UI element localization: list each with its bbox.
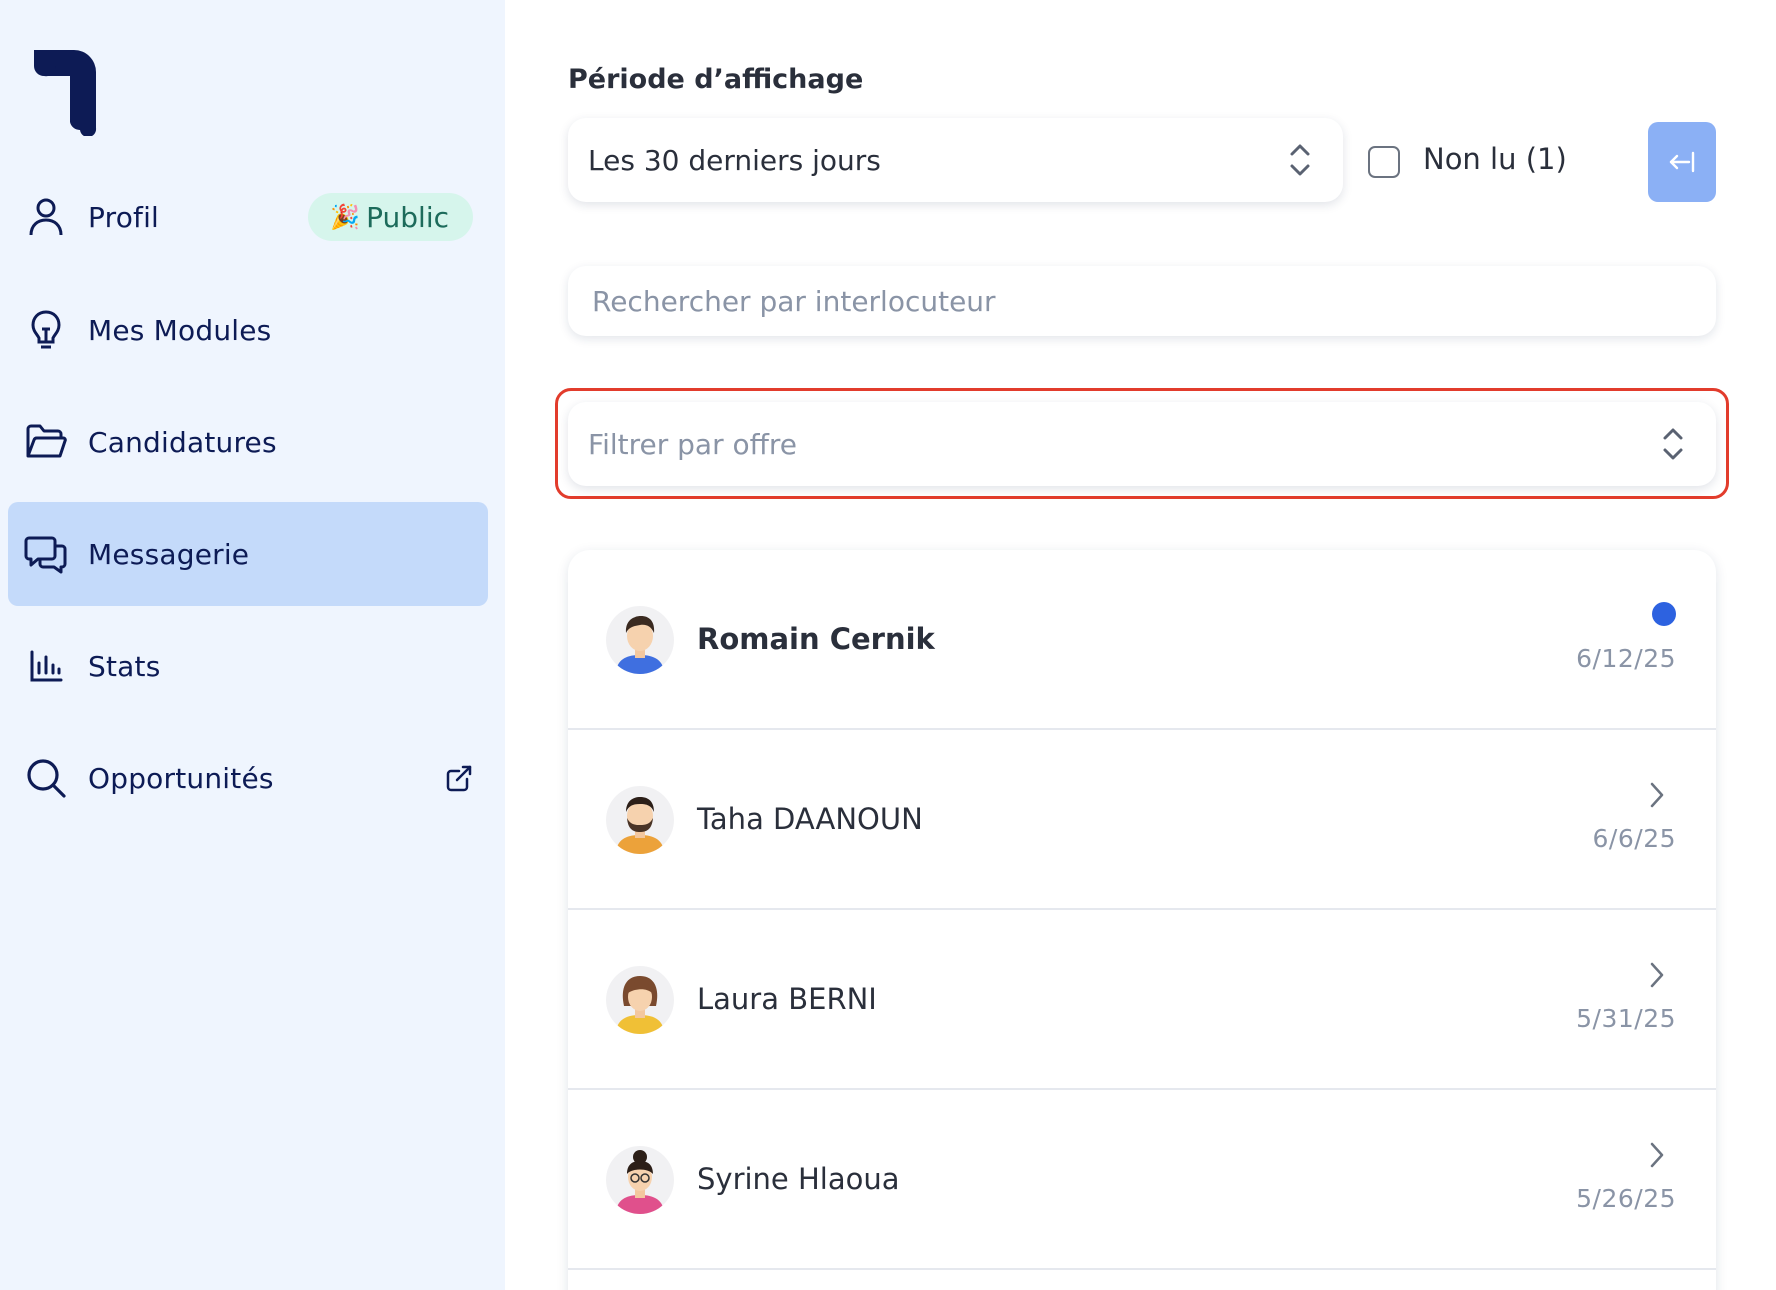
- sidebar-item-label: Mes Modules: [88, 313, 272, 347]
- sidebar-item-profil[interactable]: Profil 🎉 Public: [8, 165, 488, 269]
- external-link-icon[interactable]: [444, 763, 474, 793]
- avatar: [606, 1146, 674, 1214]
- user-icon: [24, 195, 68, 239]
- sidebar-item-label: Messagerie: [88, 537, 250, 571]
- conversation-date: 5/26/25: [1576, 1184, 1676, 1213]
- avatar: [606, 966, 674, 1034]
- conversation-name: Taha DAANOUN: [697, 802, 923, 836]
- party-popper-icon: 🎉: [330, 203, 361, 231]
- sidebar-item-stats[interactable]: Stats: [8, 614, 488, 718]
- app-logo[interactable]: [30, 46, 110, 136]
- search-icon: [24, 756, 68, 800]
- sidebar-item-label: Stats: [88, 649, 161, 683]
- conversation-name: Romain Cernik: [697, 622, 935, 656]
- unread-indicator: [1652, 602, 1676, 626]
- sidebar-item-label: Opportunités: [88, 761, 274, 795]
- conversation-name: Laura BERNI: [697, 982, 877, 1016]
- conversation-row[interactable]: Syrine Hlaoua 5/26/25: [568, 1090, 1716, 1270]
- sidebar-item-label: Candidatures: [88, 425, 277, 459]
- sidebar: Profil 🎉 Public Mes Modules Candidatures…: [0, 0, 505, 1290]
- sidebar-item-label: Profil: [88, 200, 160, 234]
- folder-icon: [24, 420, 68, 464]
- conversation-date: 6/6/25: [1592, 824, 1676, 853]
- conversation-date: 5/31/25: [1576, 1004, 1676, 1033]
- offer-filter-select[interactable]: Filtrer par offre: [568, 402, 1716, 486]
- sidebar-item-candidatures[interactable]: Candidatures: [8, 390, 488, 494]
- main-panel: Période d’affichage Les 30 derniers jour…: [505, 0, 1776, 1290]
- sidebar-item-mes-modules[interactable]: Mes Modules: [8, 278, 488, 382]
- conversation-name: Syrine Hlaoua: [697, 1162, 900, 1196]
- avatar: [606, 606, 674, 674]
- conversation-date: 6/12/25: [1576, 644, 1676, 673]
- conversation-row[interactable]: Laura BERNI 5/31/25: [568, 910, 1716, 1090]
- unread-label[interactable]: Non lu (1): [1423, 142, 1567, 176]
- offer-filter-placeholder: Filtrer par offre: [588, 427, 798, 461]
- sidebar-item-opportunites[interactable]: Opportunités: [8, 726, 488, 830]
- search-interlocutor-input[interactable]: [568, 266, 1716, 336]
- period-select[interactable]: Les 30 derniers jours: [568, 118, 1343, 202]
- chevron-up-down-icon: [1290, 144, 1310, 176]
- conversation-row[interactable]: Taha DAANOUN 6/6/25: [568, 730, 1716, 910]
- period-label: Période d’affichage: [568, 64, 864, 95]
- conversation-row[interactable]: Romain Cernik 6/12/25: [568, 550, 1716, 730]
- collapse-panel-button[interactable]: [1648, 122, 1716, 202]
- public-badge[interactable]: 🎉 Public: [308, 193, 473, 241]
- chevron-right-icon: [1650, 782, 1664, 808]
- chevron-up-down-icon: [1663, 428, 1683, 460]
- chevron-right-icon: [1650, 1142, 1664, 1168]
- sidebar-item-messagerie[interactable]: Messagerie: [8, 502, 488, 606]
- lightbulb-icon: [24, 308, 68, 352]
- unread-checkbox[interactable]: [1368, 146, 1400, 178]
- chevron-right-icon: [1650, 962, 1664, 988]
- avatar: [606, 786, 674, 854]
- bar-chart-icon: [24, 644, 68, 688]
- chat-icon: [24, 532, 68, 576]
- badge-label: Public: [366, 200, 449, 234]
- conversation-list: Romain Cernik 6/12/25 Taha DAANOUN 6/6/2…: [568, 550, 1716, 1290]
- period-select-value: Les 30 derniers jours: [588, 143, 881, 177]
- arrow-left-bar-icon: [1669, 151, 1695, 173]
